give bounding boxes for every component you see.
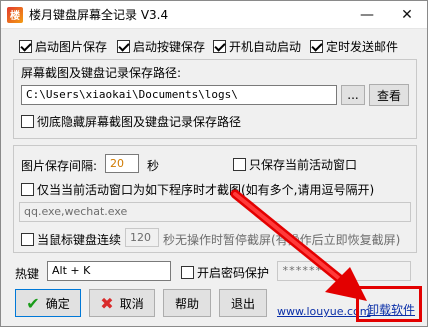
program-list-field[interactable]: qq.exe,wechat.exe (19, 202, 411, 222)
option-program-screenshot[interactable]: 仅当当前活动窗口为如下程序时才截图(如有多个,请用逗号隔开) (21, 181, 374, 198)
save-path-field[interactable]: C:\Users\xiaokai\Documents\logs\ (21, 85, 337, 105)
option-label: 开启密码保护 (197, 266, 270, 280)
option-start-image-save[interactable]: 启动图片保存 (19, 38, 107, 55)
checkbox-idle-pause[interactable] (21, 233, 34, 246)
title-bar[interactable]: 楼 楼月键盘屏幕全记录 V3.4 — ✕ (1, 1, 427, 29)
interval-input[interactable]: 20 (105, 154, 139, 173)
window-title: 楼月键盘屏幕全记录 V3.4 (29, 8, 169, 22)
exit-button[interactable]: 退出 (219, 289, 267, 317)
interval-unit: 秒 (147, 159, 160, 173)
hotkey-label: 热键 (15, 267, 40, 281)
app-logo-icon: 楼 (7, 6, 23, 23)
option-active-window-only[interactable]: 只保存当前活动窗口 (233, 156, 357, 173)
browse-button[interactable]: ... (341, 85, 365, 105)
cross-icon: ✖ (100, 293, 114, 313)
cancel-label: 取消 (119, 296, 144, 311)
option-timed-email[interactable]: 定时发送邮件 (310, 38, 398, 55)
checkbox-timed-email[interactable] (310, 40, 323, 53)
option-hide-path[interactable]: 彻底隐藏屏幕截图及键盘记录保存路径 (21, 113, 241, 130)
idle-seconds-input[interactable]: 120 (125, 228, 159, 247)
checkbox-password[interactable] (181, 266, 194, 279)
close-button[interactable]: ✕ (387, 1, 427, 29)
option-label: 启动按键保存 (133, 40, 206, 54)
help-button[interactable]: 帮助 (163, 289, 211, 317)
ok-label: 确定 (45, 296, 70, 311)
checkbox-start-key-save[interactable] (117, 40, 130, 53)
hotkey-field[interactable]: Alt + K (47, 261, 171, 281)
option-auto-start[interactable]: 开机自动启动 (213, 38, 301, 55)
option-idle-pause[interactable]: 当鼠标键盘连续 (21, 231, 121, 248)
option-label: 定时发送邮件 (326, 40, 399, 54)
annotation-highlight-box (356, 286, 422, 322)
save-path-label: 屏幕截图及键盘记录保存路径: (21, 66, 182, 80)
minimize-button[interactable]: — (347, 1, 387, 29)
checkbox-auto-start[interactable] (213, 40, 226, 53)
option-label: 当鼠标键盘连续 (37, 233, 122, 247)
option-label: 彻底隐藏屏幕截图及键盘记录保存路径 (37, 115, 242, 129)
view-button[interactable]: 查看 (369, 84, 409, 106)
checkbox-program-screenshot[interactable] (21, 183, 34, 196)
interval-label: 图片保存间隔: (21, 159, 98, 173)
option-label: 启动图片保存 (35, 40, 108, 54)
idle-suffix-label: 秒无操作时暂停截屏(有操作后立即恢复截屏) (163, 233, 401, 247)
option-label: 仅当当前活动窗口为如下程序时才截图(如有多个,请用逗号隔开) (37, 183, 375, 197)
option-label: 开机自动启动 (229, 40, 302, 54)
option-start-key-save[interactable]: 启动按键保存 (117, 38, 205, 55)
checkbox-active-window-only[interactable] (233, 158, 246, 171)
option-label: 只保存当前活动窗口 (249, 158, 358, 172)
option-password[interactable]: 开启密码保护 (181, 264, 269, 281)
password-field[interactable]: ****** (277, 261, 411, 281)
checkbox-start-image-save[interactable] (19, 40, 32, 53)
check-icon: ✔ (26, 293, 40, 313)
cancel-button[interactable]: ✖ 取消 (89, 289, 155, 317)
ok-button[interactable]: ✔ 确定 (15, 289, 81, 317)
checkbox-hide-path[interactable] (21, 115, 34, 128)
app-window: 楼 楼月键盘屏幕全记录 V3.4 — ✕ 启动图片保存 启动按键保存 开机自动启… (0, 0, 428, 327)
